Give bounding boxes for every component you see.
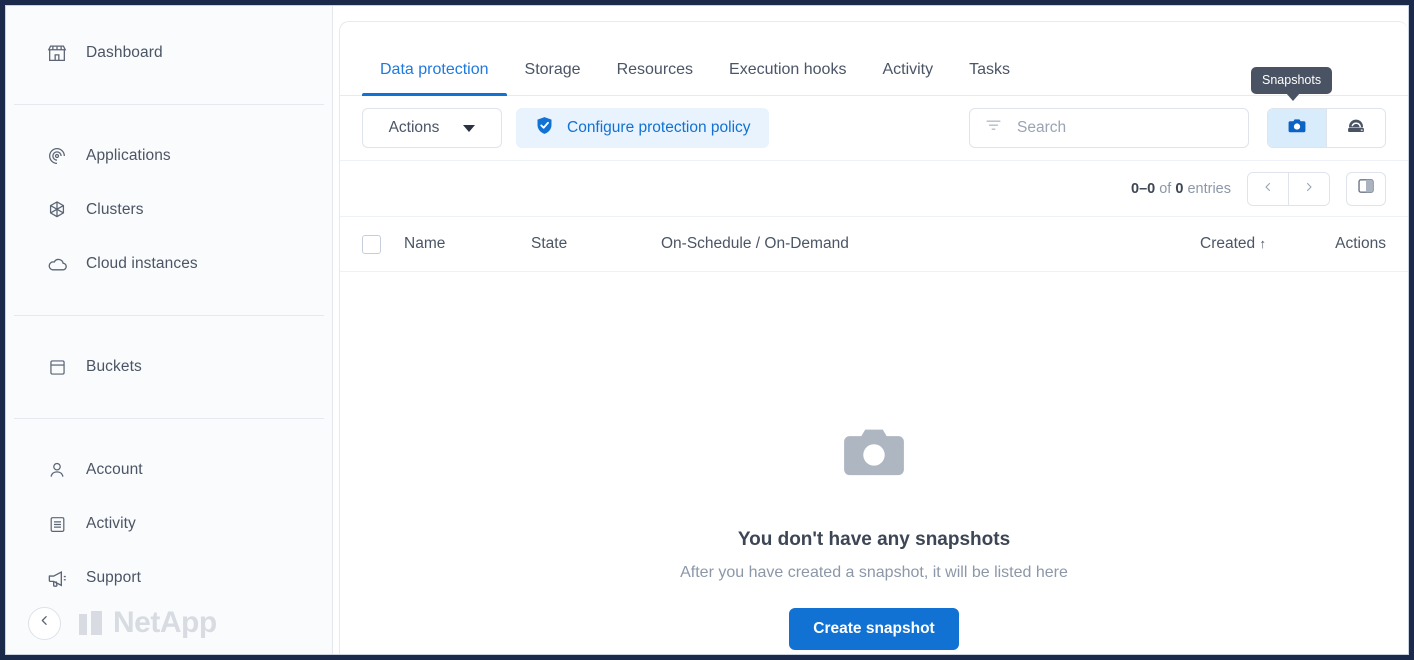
camera-icon xyxy=(830,414,918,497)
tab-label: Data protection xyxy=(380,61,489,78)
cloud-instances-icon xyxy=(44,251,70,277)
column-chooser-button[interactable] xyxy=(1346,172,1386,206)
tab-label: Activity xyxy=(882,61,933,78)
view-toggle-group xyxy=(1267,108,1386,148)
netapp-logo: NetApp xyxy=(79,606,217,640)
backup-icon xyxy=(1345,115,1367,142)
search-area xyxy=(969,108,1386,148)
configure-protection-policy-button[interactable]: Configure protection policy xyxy=(516,108,769,148)
sidebar-collapse-button[interactable] xyxy=(28,607,61,640)
backups-view-button[interactable] xyxy=(1327,109,1385,147)
main-panel: Data protection Storage Resources Execut… xyxy=(339,21,1408,654)
tooltip-label: Snapshots xyxy=(1262,73,1321,87)
snapshots-view-button[interactable] xyxy=(1268,109,1326,147)
entries-suffix: entries xyxy=(1183,181,1231,197)
sidebar-item-label: Applications xyxy=(86,147,171,165)
empty-state: You don't have any snapshots After you h… xyxy=(340,272,1408,650)
sidebar-group-storage: Buckets xyxy=(6,340,332,394)
sidebar-item-dashboard[interactable]: Dashboard xyxy=(6,26,332,80)
sidebar-item-label: Buckets xyxy=(86,358,142,376)
tab-bar: Data protection Storage Resources Execut… xyxy=(340,22,1408,96)
configure-label: Configure protection policy xyxy=(567,119,751,137)
netapp-wordmark: NetApp xyxy=(113,606,217,640)
column-header-name[interactable]: Name xyxy=(404,235,531,253)
app-window: Dashboard Applications xyxy=(6,6,1408,654)
filter-icon xyxy=(984,116,1003,140)
sidebar-item-label: Support xyxy=(86,569,141,587)
entries-range: 0–0 xyxy=(1131,181,1155,197)
entries-count-label: 0–0 of 0 entries xyxy=(1131,181,1231,197)
sidebar-group-account: Account Activity xyxy=(6,443,332,605)
sidebar-item-label: Clusters xyxy=(86,201,144,219)
column-header-created-label: Created xyxy=(1200,235,1255,252)
tab-tasks[interactable]: Tasks xyxy=(951,61,1028,95)
tab-label: Resources xyxy=(617,61,693,78)
chevron-down-icon xyxy=(463,125,475,132)
dashboard-icon xyxy=(44,40,70,66)
camera-icon xyxy=(1286,115,1308,142)
column-header-actions: Actions xyxy=(1266,235,1386,253)
pager xyxy=(1247,172,1330,206)
sidebar-item-buckets[interactable]: Buckets xyxy=(6,340,332,394)
sidebar-item-clusters[interactable]: Clusters xyxy=(6,183,332,237)
netapp-mark-icon xyxy=(79,611,105,635)
tab-execution-hooks[interactable]: Execution hooks xyxy=(711,61,864,95)
account-icon xyxy=(44,457,70,483)
shield-check-icon xyxy=(534,115,555,141)
select-all-checkbox[interactable] xyxy=(362,235,381,254)
create-snapshot-button[interactable]: Create snapshot xyxy=(789,608,958,650)
empty-state-subtitle: After you have created a snapshot, it wi… xyxy=(680,564,1068,582)
sidebar-item-label: Account xyxy=(86,461,143,479)
sidebar-item-label: Dashboard xyxy=(86,44,163,62)
tab-data-protection[interactable]: Data protection xyxy=(362,61,507,95)
tab-storage[interactable]: Storage xyxy=(507,61,599,95)
actions-label: Actions xyxy=(389,119,440,137)
entries-of: of xyxy=(1155,181,1175,197)
sidebar-item-cloud-instances[interactable]: Cloud instances xyxy=(6,237,332,291)
chevron-left-icon xyxy=(1262,180,1274,197)
sidebar-footer: NetApp xyxy=(6,592,333,654)
table-header: Name State On-Schedule / On-Demand Creat… xyxy=(340,216,1408,272)
actions-button[interactable]: Actions xyxy=(362,108,502,148)
snapshots-tooltip: Snapshots xyxy=(1251,67,1332,94)
prev-page-button[interactable] xyxy=(1248,173,1288,205)
tab-activity[interactable]: Activity xyxy=(864,61,951,95)
search-box[interactable] xyxy=(969,108,1249,148)
sidebar-item-applications[interactable]: Applications xyxy=(6,129,332,183)
tab-label: Execution hooks xyxy=(729,61,846,78)
sidebar-group-resources: Applications Clusters Cloud instances xyxy=(6,129,332,291)
clusters-icon xyxy=(44,197,70,223)
tab-label: Storage xyxy=(525,61,581,78)
column-header-created[interactable]: Created ↑ xyxy=(1118,235,1266,253)
sidebar-item-activity[interactable]: Activity xyxy=(6,497,332,551)
column-header-state[interactable]: State xyxy=(531,235,661,253)
tab-resources[interactable]: Resources xyxy=(599,61,711,95)
tab-label: Tasks xyxy=(969,61,1010,78)
activity-icon xyxy=(44,511,70,537)
sidebar-item-label: Activity xyxy=(86,515,136,533)
applications-icon xyxy=(44,143,70,169)
sidebar-group-primary: Dashboard xyxy=(6,26,332,80)
next-page-button[interactable] xyxy=(1289,173,1329,205)
support-icon xyxy=(44,565,70,591)
pagination-row: 0–0 of 0 entries xyxy=(340,160,1408,216)
empty-state-title: You don't have any snapshots xyxy=(738,529,1010,551)
chevron-right-icon xyxy=(1303,180,1315,197)
sidebar: Dashboard Applications xyxy=(6,6,333,654)
columns-toggle-icon xyxy=(1355,175,1377,202)
column-header-schedule[interactable]: On-Schedule / On-Demand xyxy=(661,235,1118,253)
chevron-left-icon xyxy=(38,614,51,632)
sidebar-item-account[interactable]: Account xyxy=(6,443,332,497)
search-input[interactable] xyxy=(1017,119,1234,137)
buckets-icon xyxy=(44,354,70,380)
sidebar-item-label: Cloud instances xyxy=(86,255,198,273)
toolbar: Actions Configure protection policy xyxy=(340,96,1408,160)
